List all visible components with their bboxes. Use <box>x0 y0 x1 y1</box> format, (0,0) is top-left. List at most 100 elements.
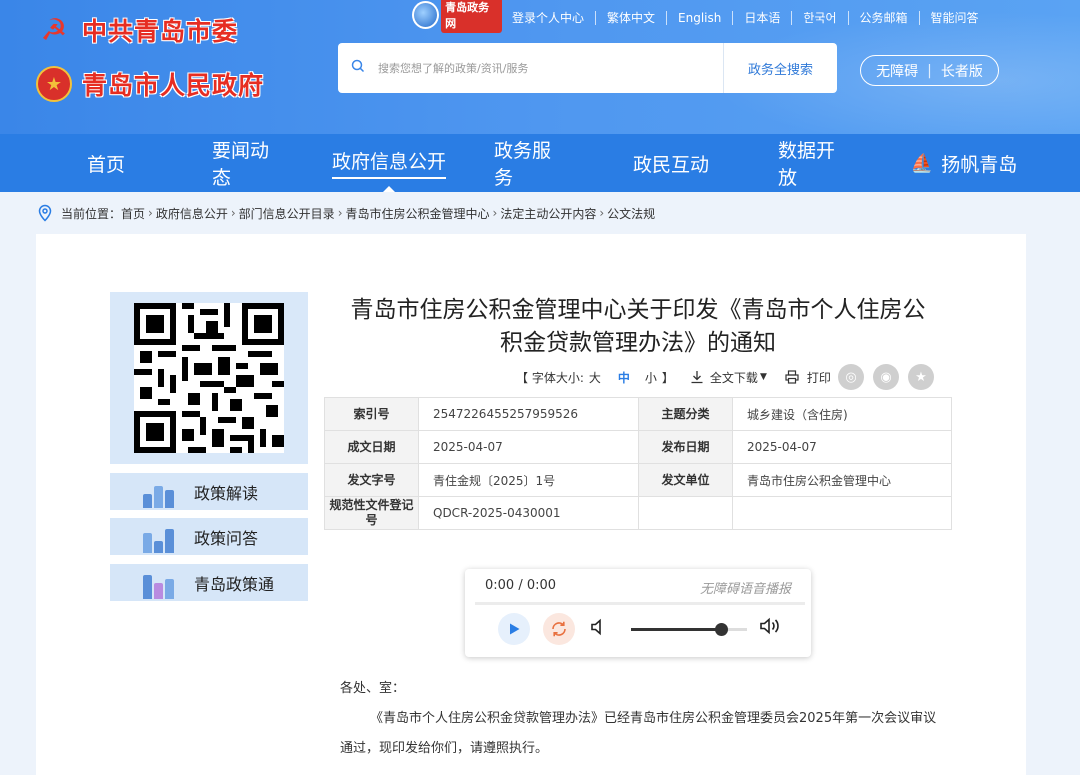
party-name: 中共青岛市委 <box>82 17 239 46</box>
font-size-medium[interactable]: 中 <box>618 369 630 386</box>
top-link-mail[interactable]: 公务邮箱 <box>847 11 919 25</box>
font-size-bracket: 】 <box>661 370 674 385</box>
table-row: 索引号 2547226455257959526 主题分类 城乡建设（含住房) <box>324 397 952 431</box>
accessibility-switch: 无障碍 | 长者版 <box>860 55 999 86</box>
search-box: 政务全搜索 <box>338 43 837 93</box>
nav-home[interactable]: 首页 <box>0 134 212 192</box>
document-title: 青岛市住房公积金管理中心关于印发《青岛市个人住房公 积金贷款管理办法》的通知 <box>323 294 953 360</box>
nav-label: 政府信息公开 <box>331 147 446 179</box>
breadcrumb-separator: › <box>148 206 153 220</box>
breadcrumb-item[interactable]: 法定主动公开内容 <box>500 205 596 222</box>
download-button[interactable]: 全文下载 ▼ <box>690 369 767 386</box>
title-line: 积金贷款管理办法》的通知 <box>500 330 776 356</box>
volume-slider[interactable] <box>631 623 747 636</box>
globe-icon <box>412 1 440 29</box>
weibo-share-icon[interactable]: ◉ <box>873 364 899 390</box>
policy-interpretation-button[interactable]: 政策解读 <box>110 473 308 510</box>
loop-icon[interactable] <box>543 613 575 645</box>
gov-logo[interactable]: ★ 青岛市人民政府 <box>36 66 264 102</box>
nav-label: 政务服务 <box>494 140 552 189</box>
meta-value-empty <box>732 496 952 530</box>
nav-open-data[interactable]: 数据开放 <box>778 134 848 192</box>
elder-mode-button[interactable]: 长者版 <box>941 61 983 81</box>
print-label: 打印 <box>806 370 831 385</box>
breadcrumb-separator: › <box>230 206 236 220</box>
pill-divider: | <box>927 62 932 79</box>
breadcrumb-item[interactable]: 青岛市住房公积金管理中心 <box>346 205 490 222</box>
document-tools: 【 字体大小: 大 中 小 】 全文下载 ▼ 打印 <box>516 367 831 387</box>
breadcrumb-item[interactable]: 公文法规 <box>607 205 655 222</box>
meta-key: 成文日期 <box>324 430 419 464</box>
font-size-large[interactable]: 大 <box>589 369 601 386</box>
meta-key: 发文字号 <box>324 463 419 497</box>
qr-code <box>134 303 284 453</box>
volume-low-icon[interactable] <box>589 617 609 642</box>
top-link-korean[interactable]: 한국어 <box>791 11 847 25</box>
nav-gov-info[interactable]: 政府信息公开 <box>284 134 494 192</box>
top-link-japanese[interactable]: 日本语 <box>732 11 791 25</box>
wechat-share-icon[interactable]: ◎ <box>838 364 864 390</box>
player-tag: 无障碍语音播报 <box>699 582 791 597</box>
nav-interaction[interactable]: 政民互动 <box>564 134 778 192</box>
party-emblem-icon: ☭ <box>40 12 68 48</box>
breadcrumb-separator: › <box>337 206 343 220</box>
main-nav: 首页 要闻动态 政府信息公开 政务服务 政民互动 数据开放 ⛵ 扬帆青岛 <box>0 134 1080 192</box>
qr-panel <box>110 292 308 464</box>
nav-label: 扬帆青岛 <box>941 153 1018 176</box>
qingdao-policy-link-button[interactable]: 青岛政策通 <box>110 564 308 601</box>
player-time: 0:00 / 0:00 <box>485 578 557 593</box>
top-link-traditional[interactable]: 繁体中文 <box>595 11 666 25</box>
policy-qa-button[interactable]: 政策问答 <box>110 518 308 555</box>
meta-value: 2025-04-07 <box>418 430 639 464</box>
top-link-qa[interactable]: 智能问答 <box>918 11 990 25</box>
nav-news[interactable]: 要闻动态 <box>212 134 284 192</box>
font-size-small[interactable]: 小 <box>645 369 657 386</box>
nav-services[interactable]: 政务服务 <box>494 134 564 192</box>
favorite-star-icon[interactable]: ★ <box>908 364 934 390</box>
national-emblem-icon: ★ <box>36 66 72 102</box>
meta-key: 主题分类 <box>638 397 733 431</box>
table-row: 发文字号 青住金规〔2025〕1号 发文单位 青岛市住房公积金管理中心 <box>324 463 952 497</box>
search-icon <box>338 59 378 77</box>
font-size-label: 【 字体大小: <box>516 370 584 385</box>
policy-link-illustration-icon <box>138 567 178 599</box>
side-button-label: 青岛政策通 <box>194 574 275 594</box>
breadcrumb-item[interactable]: 首页 <box>121 205 145 222</box>
body-paragraph: 《青岛市个人住房公积金贷款管理办法》已经青岛市住房公积金管理委员会2025年第一… <box>370 711 937 726</box>
breadcrumb-item[interactable]: 部门信息公开目录 <box>239 205 335 222</box>
progress-bar[interactable] <box>475 602 805 605</box>
search-input[interactable] <box>378 53 723 83</box>
side-button-label: 政策解读 <box>194 483 259 503</box>
audio-player: 0:00 / 0:00 无障碍语音播报 <box>465 569 811 657</box>
gov-name: 青岛市人民政府 <box>82 71 265 100</box>
body-greeting: 各处、室： <box>340 681 406 696</box>
document-body: 各处、室： 《青岛市个人住房公积金贷款管理办法》已经青岛市住房公积金管理委员会2… <box>340 674 940 764</box>
body-paragraph-continued: 通过，现印发给你们，请遵照执行。 <box>340 741 549 756</box>
top-link-english[interactable]: English <box>666 11 732 25</box>
volume-knob[interactable] <box>715 623 729 636</box>
play-icon[interactable] <box>498 613 530 645</box>
breadcrumb-separator: › <box>492 206 498 220</box>
meta-value: 青住金规〔2025〕1号 <box>418 463 639 497</box>
nav-sail-qingdao[interactable]: ⛵ 扬帆青岛 <box>848 134 1080 192</box>
caret-down-icon: ▼ <box>759 372 767 382</box>
meta-value: 2547226455257959526 <box>418 397 639 431</box>
top-link-login[interactable]: 登录个人中心 <box>508 11 595 25</box>
portal-badge[interactable]: 青岛政务网 <box>412 0 502 33</box>
breadcrumb-item[interactable]: 政府信息公开 <box>156 205 228 222</box>
search-button[interactable]: 政务全搜索 <box>723 43 837 93</box>
meta-value: 青岛市住房公积金管理中心 <box>732 463 952 497</box>
printer-icon <box>785 370 799 384</box>
top-links: 登录个人中心 繁体中文 English 日本语 한국어 公务邮箱 智能问答 <box>508 11 990 25</box>
volume-high-icon[interactable] <box>759 616 783 641</box>
meta-key: 发文单位 <box>638 463 733 497</box>
meta-key: 规范性文件登记号 <box>324 496 419 530</box>
meta-value: 2025-04-07 <box>732 430 952 464</box>
barrier-free-button[interactable]: 无障碍 <box>876 61 918 81</box>
portal-badge-label: 青岛政务网 <box>441 0 502 33</box>
party-logo[interactable]: ☭ 中共青岛市委 <box>36 12 238 48</box>
site-header: ☭ 中共青岛市委 ★ 青岛市人民政府 青岛政务网 登录个人中心 繁体中文 Eng… <box>0 0 1080 134</box>
nav-label: 要闻动态 <box>212 140 270 189</box>
volume-fill <box>631 628 722 631</box>
print-button[interactable]: 打印 <box>785 369 831 386</box>
